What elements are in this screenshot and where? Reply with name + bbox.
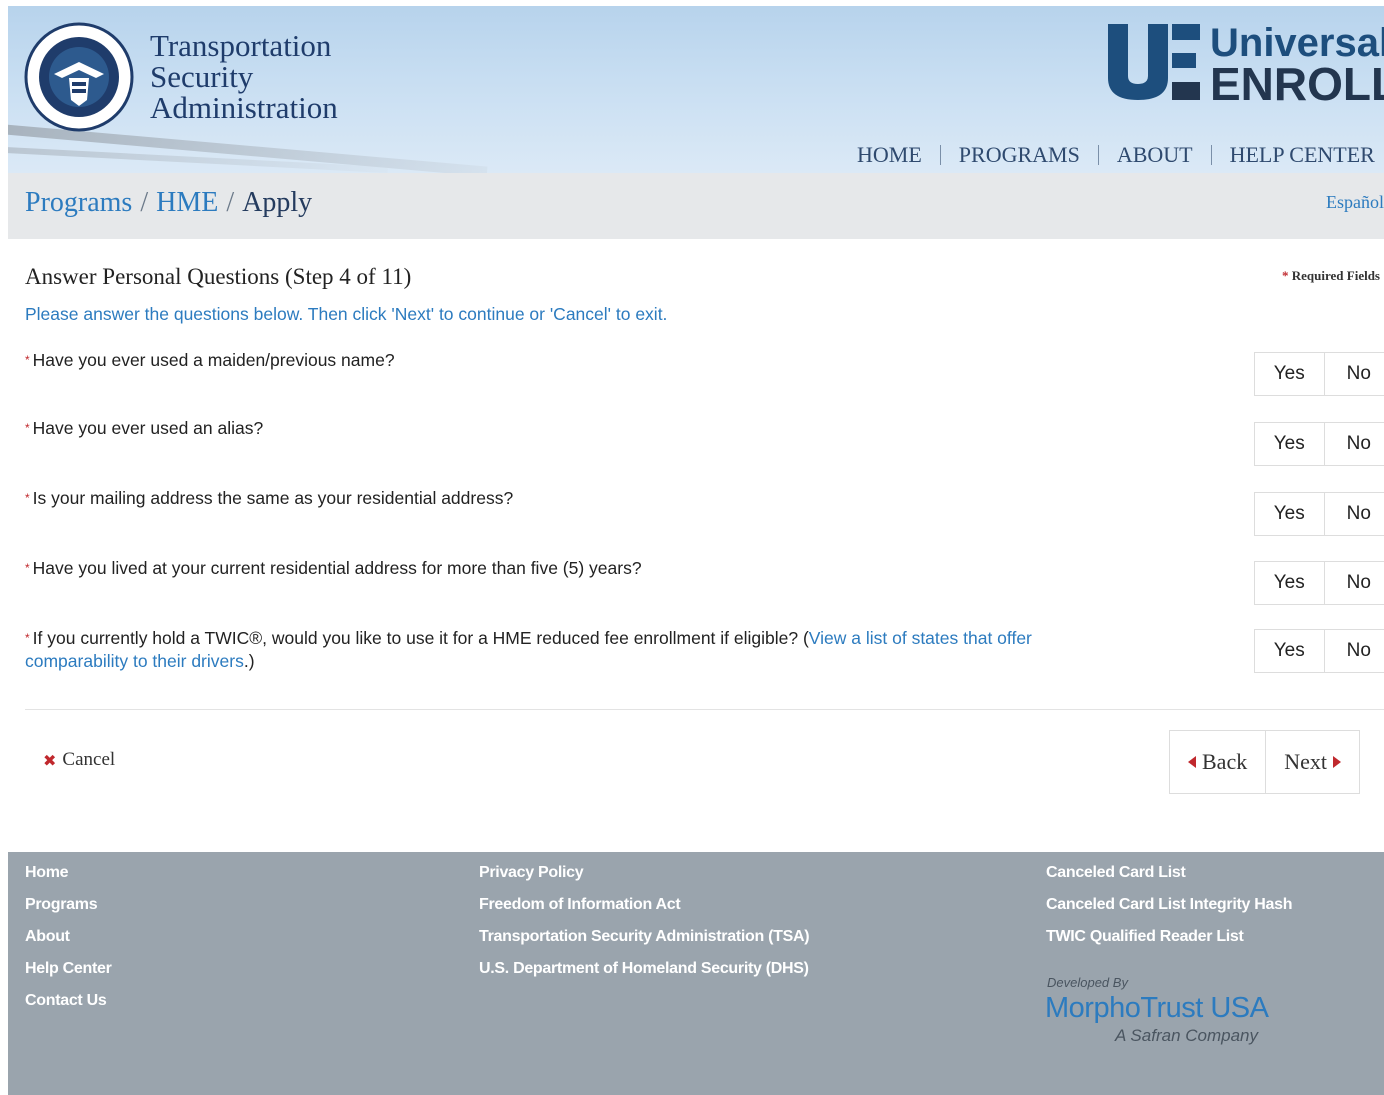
- nav-separator: [1097, 145, 1099, 165]
- required-fields-note: * Required Fields: [1282, 268, 1380, 284]
- no-button[interactable]: No: [1323, 353, 1384, 395]
- required-fields-label: Required Fields: [1291, 268, 1380, 283]
- page: Transportation Security Administration U…: [8, 6, 1384, 1095]
- question-alias: * Have you ever used an alias?: [25, 417, 263, 440]
- yes-no-toggle-residence-duration: Yes No: [1254, 561, 1384, 605]
- required-asterisk: *: [25, 631, 30, 645]
- footer-link-home[interactable]: Home: [25, 862, 112, 894]
- question-text: If you currently hold a TWIC®, would you…: [32, 628, 809, 648]
- developer-logo[interactable]: MorphoTrust USA: [1045, 992, 1269, 1025]
- yes-button[interactable]: Yes: [1255, 562, 1324, 604]
- tsa-line: Transportation: [150, 28, 332, 63]
- footer-column-cards: Canceled Card List Canceled Card List In…: [1046, 862, 1292, 958]
- yes-button[interactable]: Yes: [1255, 423, 1324, 465]
- nav-separator: [1210, 145, 1212, 165]
- footer-link-contact-us[interactable]: Contact Us: [25, 990, 112, 1022]
- no-button[interactable]: No: [1323, 630, 1384, 672]
- footer-column-site: Home Programs About Help Center Contact …: [25, 862, 112, 1022]
- cancel-label: Cancel: [62, 749, 116, 770]
- breadcrumb-hme[interactable]: HME: [156, 187, 218, 218]
- caret-left-icon: [1188, 756, 1196, 768]
- top-navigation: HOME PROGRAMS ABOUT HELP CENTER: [857, 142, 1375, 168]
- question-text: Have you ever used an alias?: [32, 418, 264, 438]
- ue-wordmark: Universal ENROLL: [1210, 22, 1384, 110]
- step-navigation: Back Next: [1169, 730, 1360, 794]
- footer-link-foia[interactable]: Freedom of Information Act: [479, 894, 809, 926]
- footer-column-policy: Privacy Policy Freedom of Information Ac…: [479, 862, 810, 990]
- question-text: Have you lived at your current residenti…: [32, 558, 642, 578]
- footer-link-tsa[interactable]: Transportation Security Administration (…: [479, 926, 810, 958]
- required-asterisk: *: [25, 561, 30, 575]
- no-button[interactable]: No: [1323, 493, 1384, 535]
- footer-link-privacy-policy[interactable]: Privacy Policy: [479, 862, 809, 894]
- footer-link-programs[interactable]: Programs: [25, 894, 112, 926]
- question-twic: * If you currently hold a TWIC®, would yo…: [25, 627, 1135, 673]
- question-text: Have you ever used a maiden/previous nam…: [32, 350, 395, 370]
- developed-by-label: Developed By: [1047, 975, 1128, 990]
- breadcrumb-apply: Apply: [242, 187, 313, 218]
- form-divider: [25, 709, 1384, 710]
- tsa-line: Administration: [150, 90, 338, 125]
- footer-link-dhs[interactable]: U.S. Department of Homeland Security (DH…: [479, 958, 809, 990]
- universal-enroll-logo[interactable]: Universal ENROLL: [1106, 22, 1384, 110]
- dhs-seal-icon: [24, 22, 134, 132]
- yes-no-toggle-maiden-name: Yes No: [1254, 352, 1384, 396]
- question-text: Is your mailing address the same as your…: [32, 488, 514, 508]
- site-footer: Home Programs About Help Center Contact …: [8, 852, 1384, 1095]
- nav-separator: [939, 145, 941, 165]
- breadcrumb-separator: /: [140, 187, 149, 218]
- required-asterisk: *: [25, 421, 30, 435]
- yes-no-toggle-alias: Yes No: [1254, 422, 1384, 466]
- footer-link-canceled-card-list[interactable]: Canceled Card List: [1046, 862, 1292, 894]
- yes-no-toggle-mailing-address: Yes No: [1254, 492, 1384, 536]
- ue-line: ENROLL: [1210, 58, 1384, 110]
- page-title: Answer Personal Questions (Step 4 of 11): [25, 264, 412, 289]
- nav-programs[interactable]: PROGRAMS: [959, 142, 1080, 168]
- footer-link-twic-reader-list[interactable]: TWIC Qualified Reader List: [1046, 926, 1292, 958]
- required-asterisk: *: [25, 491, 30, 505]
- footer-link-integrity-hash[interactable]: Canceled Card List Integrity Hash: [1046, 894, 1292, 926]
- next-label: Next: [1284, 749, 1327, 774]
- language-link[interactable]: Español: [1326, 192, 1384, 213]
- breadcrumb-programs[interactable]: Programs: [25, 187, 132, 218]
- nav-home[interactable]: HOME: [857, 142, 922, 168]
- breadcrumb-separator: /: [226, 187, 235, 218]
- footer-link-about[interactable]: About: [25, 926, 112, 958]
- yes-button[interactable]: Yes: [1255, 493, 1324, 535]
- instructions-text: Please answer the questions below. Then …: [25, 304, 668, 324]
- question-mailing-address: * Is your mailing address the same as you…: [25, 487, 513, 510]
- ue-mark-icon: [1108, 24, 1200, 100]
- back-button[interactable]: Back: [1170, 731, 1265, 793]
- back-label: Back: [1202, 749, 1248, 774]
- yes-button[interactable]: Yes: [1255, 353, 1324, 395]
- question-maiden-name: * Have you ever used a maiden/previous na…: [25, 349, 395, 372]
- yes-no-toggle-twic: Yes No: [1254, 629, 1384, 673]
- breadcrumb: Programs / HME / Apply: [25, 187, 312, 219]
- tsa-line: Security: [150, 59, 254, 94]
- developer-tagline: A Safran Company: [1115, 1026, 1258, 1045]
- nav-about[interactable]: ABOUT: [1117, 142, 1193, 168]
- required-asterisk: *: [1282, 268, 1292, 283]
- question-residence-duration: * Have you lived at your current resident…: [25, 557, 642, 580]
- close-icon: ✖: [43, 750, 57, 770]
- question-text-end: .): [243, 651, 255, 671]
- next-button[interactable]: Next: [1265, 731, 1359, 793]
- footer-link-help-center[interactable]: Help Center: [25, 958, 112, 990]
- site-header: Transportation Security Administration U…: [8, 6, 1384, 173]
- cancel-button[interactable]: ✖ Cancel: [43, 749, 115, 771]
- yes-button[interactable]: Yes: [1255, 630, 1324, 672]
- caret-right-icon: [1332, 756, 1341, 768]
- nav-help-center[interactable]: HELP CENTER: [1230, 142, 1375, 168]
- tsa-logo-text[interactable]: Transportation Security Administration: [150, 30, 338, 123]
- breadcrumb-bar: Programs / HME / Apply Español: [8, 173, 1384, 239]
- no-button[interactable]: No: [1323, 423, 1384, 465]
- no-button[interactable]: No: [1323, 562, 1384, 604]
- required-asterisk: *: [25, 353, 30, 367]
